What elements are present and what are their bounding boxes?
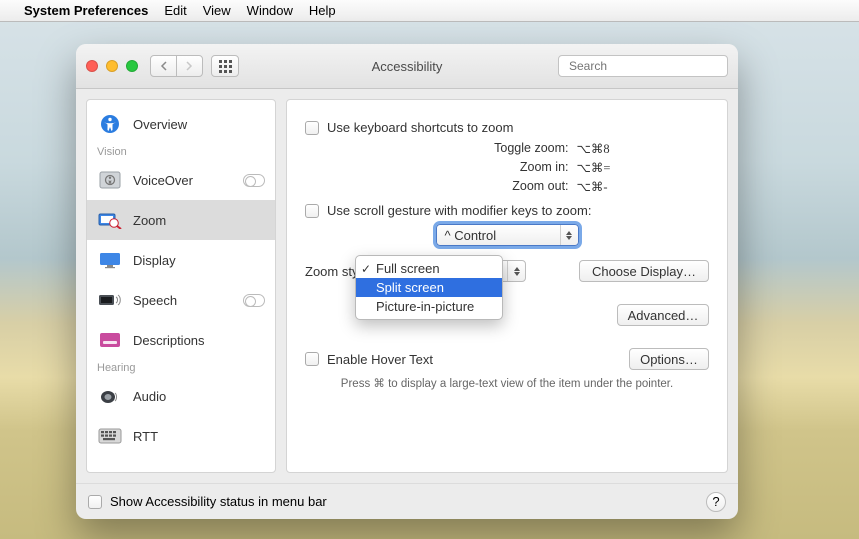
sidebar: Overview Vision VoiceOver Zoom D <box>86 99 276 473</box>
grid-icon <box>219 60 232 73</box>
status-menubar-checkbox[interactable] <box>88 495 102 509</box>
show-all-button[interactable] <box>211 55 239 77</box>
hover-text-checkbox[interactable] <box>305 352 319 366</box>
display-icon <box>97 250 123 270</box>
toggle-indicator <box>243 174 265 187</box>
scroll-gesture-checkbox[interactable] <box>305 204 319 218</box>
footer: Show Accessibility status in menu bar ? <box>76 483 738 519</box>
search-field[interactable] <box>558 55 728 77</box>
sidebar-item-voiceover[interactable]: VoiceOver <box>87 160 275 200</box>
sidebar-item-audio[interactable]: Audio <box>87 376 275 416</box>
sidebar-item-label: Display <box>133 253 176 268</box>
status-menubar-label: Show Accessibility status in menu bar <box>110 494 327 509</box>
nav-buttons <box>150 55 203 77</box>
toggle-indicator <box>243 294 265 307</box>
sidebar-item-overview[interactable]: Overview <box>87 104 275 144</box>
sidebar-item-label: Speech <box>133 293 177 308</box>
sidebar-category-hearing: Hearing <box>87 360 275 376</box>
menu-item-split-screen[interactable]: Split screen <box>356 278 502 297</box>
forward-button[interactable] <box>176 55 203 77</box>
rtt-icon <box>97 426 123 446</box>
menu-item-label: Split screen <box>376 280 444 295</box>
sidebar-item-label: Audio <box>133 389 166 404</box>
menu-help[interactable]: Help <box>309 3 336 18</box>
close-button[interactable] <box>86 60 98 72</box>
shortcut-list: Toggle zoom: ⌥⌘8 Zoom in: ⌥⌘= Zoom out: … <box>305 141 709 195</box>
minimize-button[interactable] <box>106 60 118 72</box>
sidebar-item-speech[interactable]: Speech <box>87 280 275 320</box>
back-button[interactable] <box>150 55 177 77</box>
preferences-window: Accessibility Overview Vision VoiceOver <box>76 44 738 519</box>
sidebar-item-display[interactable]: Display <box>87 240 275 280</box>
modifier-key-value: ^ Control <box>445 228 497 243</box>
keyboard-shortcuts-checkbox[interactable] <box>305 121 319 135</box>
zoom-button[interactable] <box>126 60 138 72</box>
menu-view[interactable]: View <box>203 3 231 18</box>
menu-item-full-screen[interactable]: ✓ Full screen <box>356 259 502 278</box>
help-button[interactable]: ? <box>706 492 726 512</box>
descriptions-icon <box>97 330 123 350</box>
accessibility-icon <box>97 114 123 134</box>
menu-window[interactable]: Window <box>247 3 293 18</box>
modifier-key-dropdown[interactable]: ^ Control <box>436 224 579 246</box>
options-button[interactable]: Options… <box>629 348 709 370</box>
sidebar-item-rtt[interactable]: RTT <box>87 416 275 456</box>
row-keyboard-shortcuts: Use keyboard shortcuts to zoom <box>305 120 709 135</box>
audio-icon <box>97 386 123 406</box>
scroll-gesture-label: Use scroll gesture with modifier keys to… <box>327 203 591 218</box>
sidebar-item-zoom[interactable]: Zoom <box>87 200 275 240</box>
zoom-style-menu: ✓ Full screen Split screen Picture-in-pi… <box>355 255 503 320</box>
sidebar-item-label: RTT <box>133 429 158 444</box>
zoom-in-keys: ⌥⌘= <box>577 160 611 176</box>
sidebar-item-label: VoiceOver <box>133 173 193 188</box>
menu-edit[interactable]: Edit <box>164 3 186 18</box>
hover-text-label: Enable Hover Text <box>327 352 433 367</box>
hover-text-hint: Press ⌘ to display a large-text view of … <box>305 376 709 390</box>
toggle-zoom-label: Toggle zoom: <box>404 141 569 157</box>
app-menu[interactable]: System Preferences <box>24 3 148 18</box>
keyboard-shortcuts-label: Use keyboard shortcuts to zoom <box>327 120 513 135</box>
sidebar-item-descriptions[interactable]: Descriptions <box>87 320 275 360</box>
speech-icon <box>97 290 123 310</box>
menu-item-label: Full screen <box>376 261 440 276</box>
search-input[interactable] <box>569 59 724 73</box>
checkmark-icon: ✓ <box>361 262 371 276</box>
advanced-button[interactable]: Advanced… <box>617 304 709 326</box>
toggle-zoom-keys: ⌥⌘8 <box>577 141 611 157</box>
traffic-lights <box>86 60 138 72</box>
chevron-left-icon <box>160 61 167 71</box>
voiceover-icon <box>97 170 123 190</box>
choose-display-button[interactable]: Choose Display… <box>579 260 709 282</box>
menubar: System Preferences Edit View Window Help <box>0 0 859 22</box>
zoom-panel: Use keyboard shortcuts to zoom Toggle zo… <box>286 99 728 473</box>
titlebar: Accessibility <box>76 44 738 89</box>
zoom-out-label: Zoom out: <box>404 179 569 195</box>
sidebar-category-vision: Vision <box>87 144 275 160</box>
menu-item-picture-in-picture[interactable]: Picture-in-picture <box>356 297 502 316</box>
sidebar-item-label: Overview <box>133 117 187 132</box>
chevron-right-icon <box>186 61 193 71</box>
row-scroll-gesture: Use scroll gesture with modifier keys to… <box>305 203 709 218</box>
updown-arrows-icon <box>507 261 525 281</box>
zoom-icon <box>97 210 123 230</box>
updown-arrows-icon <box>560 225 578 245</box>
zoom-in-label: Zoom in: <box>404 160 569 176</box>
sidebar-item-label: Zoom <box>133 213 166 228</box>
menu-item-label: Picture-in-picture <box>376 299 474 314</box>
zoom-out-keys: ⌥⌘- <box>577 179 611 195</box>
sidebar-item-label: Descriptions <box>133 333 205 348</box>
